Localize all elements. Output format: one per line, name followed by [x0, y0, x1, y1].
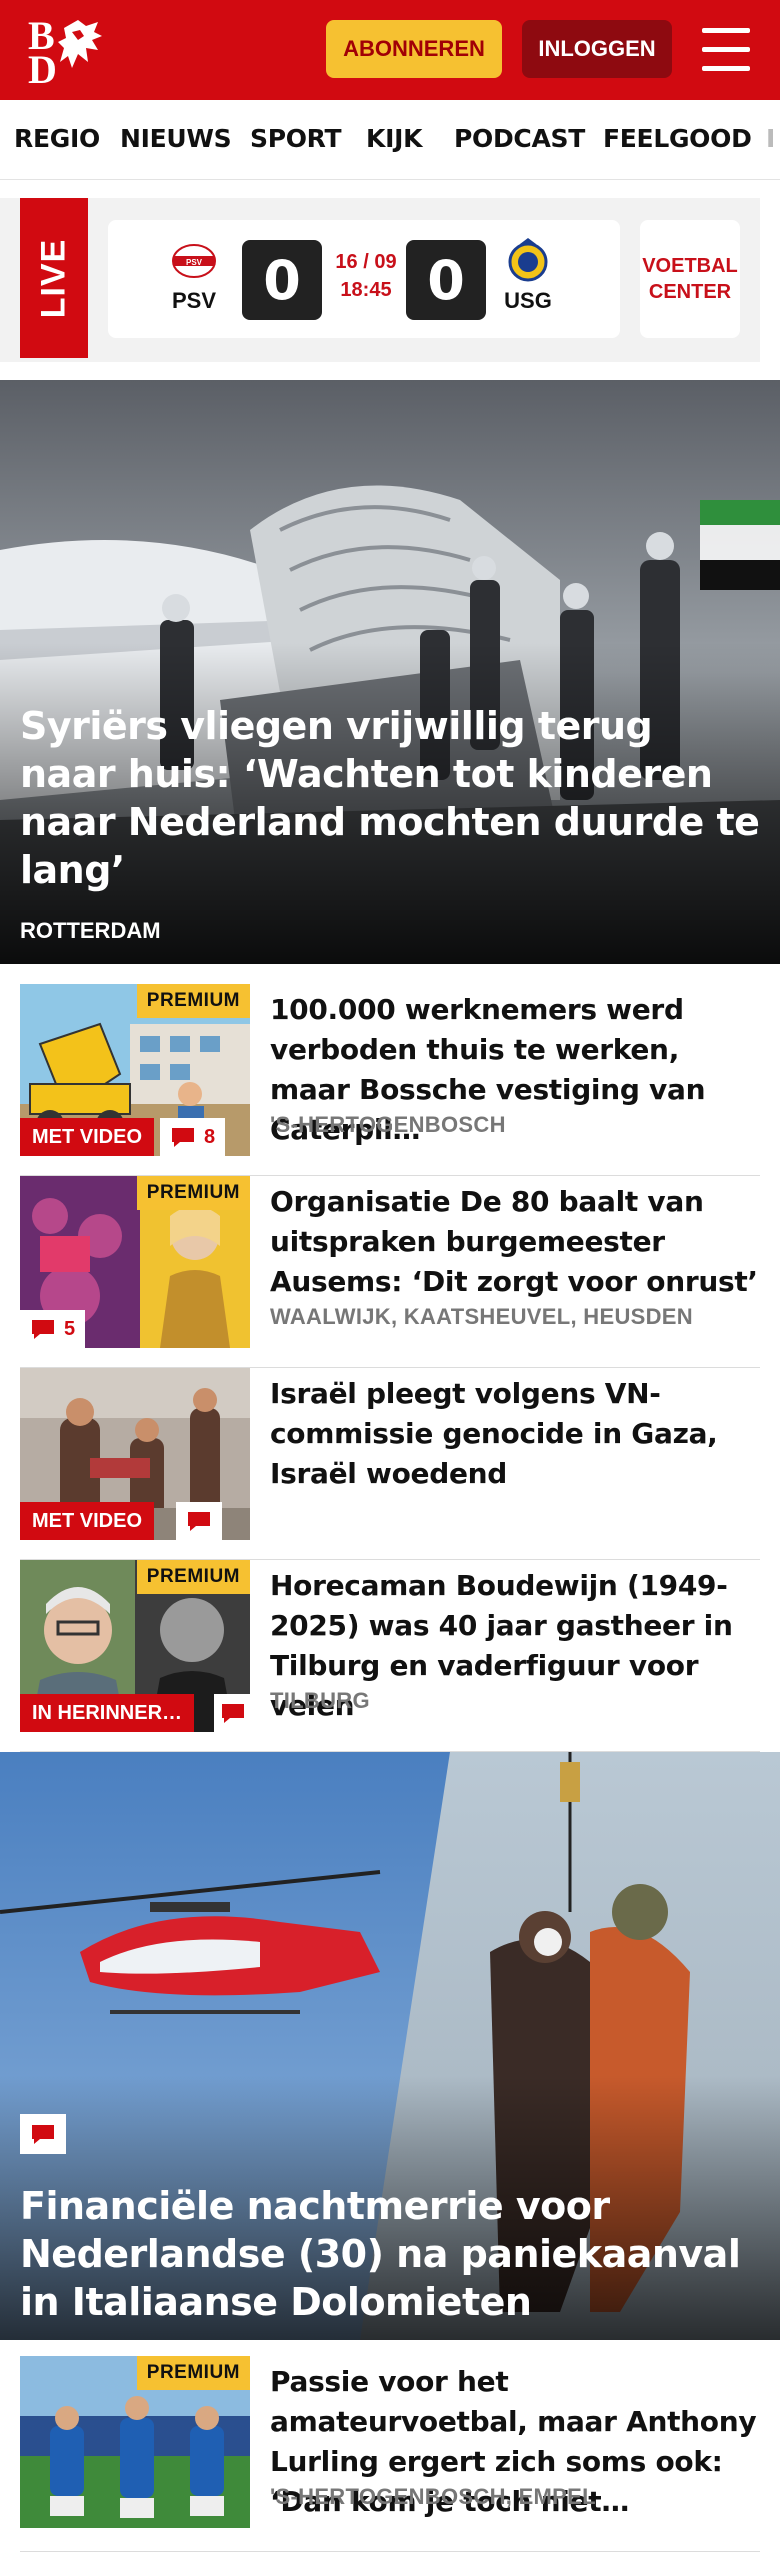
article-location: 'S-HERTOGENBOSCH	[270, 1112, 506, 1137]
in-memoriam-badge: IN HERINNER…	[20, 1694, 195, 1732]
comment-count[interactable]	[20, 2114, 66, 2154]
hero-article[interactable]: Syriërs vliegen vrijwillig terug naar hu…	[0, 380, 780, 964]
article-title[interactable]: Organisatie De 80 baalt van uitspraken b…	[270, 1182, 760, 1302]
comment-count[interactable]	[176, 1502, 222, 1540]
article-location: 'S-HERTOGENBOSCH, EMPEL	[270, 2484, 596, 2509]
comment-icon	[30, 2123, 56, 2145]
article-location: WAALWIJK, KAATSHEUVEL, HEUSDEN	[270, 1304, 693, 1329]
comment-count[interactable]: 5	[20, 1310, 86, 1348]
comment-count[interactable]: 8	[160, 1118, 226, 1156]
comment-icon	[186, 1510, 212, 1532]
comment-icon	[30, 1318, 56, 1340]
video-badge: MET VIDEO	[20, 1118, 155, 1156]
article-thumbnail: MET VIDEO	[20, 1368, 250, 1540]
away-score: 0	[406, 240, 486, 320]
match-date: 16 / 09	[335, 251, 397, 273]
match-time: 18:45	[340, 279, 392, 301]
nav-item-sport[interactable]: SPORT	[250, 124, 342, 153]
article-thumbnail: PREMIUM 5	[20, 1176, 250, 1348]
subscribe-button[interactable]: ABONNEREN	[326, 20, 502, 78]
hamburger-menu-icon[interactable]	[702, 28, 750, 72]
hero-location: ROTTERDAM	[20, 918, 161, 943]
usg-crest-icon	[508, 238, 548, 282]
top-bar: B D ABONNEREN INLOGGEN	[0, 0, 780, 100]
live-scores-strip: LIVE PSV PSV 0 16 / 09 18:45 0 USG VOETB…	[0, 198, 760, 362]
home-team-name: PSV	[171, 288, 217, 313]
psv-crest-icon: PSV	[172, 244, 216, 278]
voetbal-center-button[interactable]: VOETBAL CENTER	[640, 220, 740, 338]
bd-logo[interactable]: B D	[26, 14, 116, 90]
comment-icon	[170, 1126, 196, 1148]
nav-item-feelgood[interactable]: FEELGOOD	[603, 124, 752, 153]
svg-text:PSV: PSV	[186, 258, 203, 267]
premium-badge: PREMIUM	[136, 984, 250, 1018]
away-team-name: USG	[504, 288, 552, 313]
list-item[interactable]: PREMIUM Passie voor het amateurvoetbal, …	[20, 2356, 760, 2552]
match-card[interactable]: PSV PSV 0 16 / 09 18:45 0 USG	[108, 220, 620, 338]
hero-headline[interactable]: Syriërs vliegen vrijwillig terug naar hu…	[20, 702, 760, 894]
list-item[interactable]: MET VIDEO Israël pleegt volgens VN-commi…	[20, 1368, 760, 1560]
article-thumbnail: PREMIUM MET VIDEO 8	[20, 984, 250, 1156]
hero-article-2[interactable]: Financiële nachtmerrie voor Nederlandse …	[0, 1752, 780, 2340]
home-score: 0	[242, 240, 322, 320]
dragon-logo-icon	[58, 20, 102, 68]
login-button[interactable]: INLOGGEN	[522, 20, 672, 78]
video-badge: MET VIDEO	[20, 1502, 155, 1540]
article-title[interactable]: Israël pleegt volgens VN-commissie genoc…	[270, 1374, 760, 1494]
article-thumbnail: PREMIUM IN HERINNER…	[20, 1560, 250, 1732]
nav-item-overflow[interactable]: I	[766, 124, 775, 153]
nav-item-nieuws[interactable]: NIEUWS	[120, 124, 232, 153]
list-item[interactable]: PREMIUM IN HERINNER… Horecaman Boudewijn…	[20, 1560, 760, 1752]
premium-badge: PREMIUM	[136, 1176, 250, 1210]
premium-badge: PREMIUM	[136, 2356, 250, 2390]
hero2-headline[interactable]: Financiële nachtmerrie voor Nederlandse …	[20, 2182, 760, 2326]
nav-item-regio[interactable]: REGIO	[14, 124, 100, 153]
article-location: TILBURG	[270, 1688, 370, 1713]
section-nav: REGIO NIEUWS SPORT KIJK PODCAST FEELGOOD…	[0, 100, 780, 180]
nav-item-podcast[interactable]: PODCAST	[454, 124, 585, 153]
article-thumbnail: PREMIUM	[20, 2356, 250, 2528]
comment-count[interactable]	[214, 1694, 250, 1732]
list-item[interactable]: PREMIUM MET VIDEO 8 100.000 werknemers w…	[20, 984, 760, 1176]
premium-badge: PREMIUM	[136, 1560, 250, 1594]
live-label[interactable]: LIVE	[20, 198, 88, 358]
list-item[interactable]: PREMIUM 5 Organisatie De 80 baalt van ui…	[20, 1176, 760, 1368]
match-datetime: 16 / 09 18:45	[326, 248, 406, 304]
nav-item-kijk[interactable]: KIJK	[366, 124, 422, 153]
comment-icon	[220, 1702, 246, 1724]
